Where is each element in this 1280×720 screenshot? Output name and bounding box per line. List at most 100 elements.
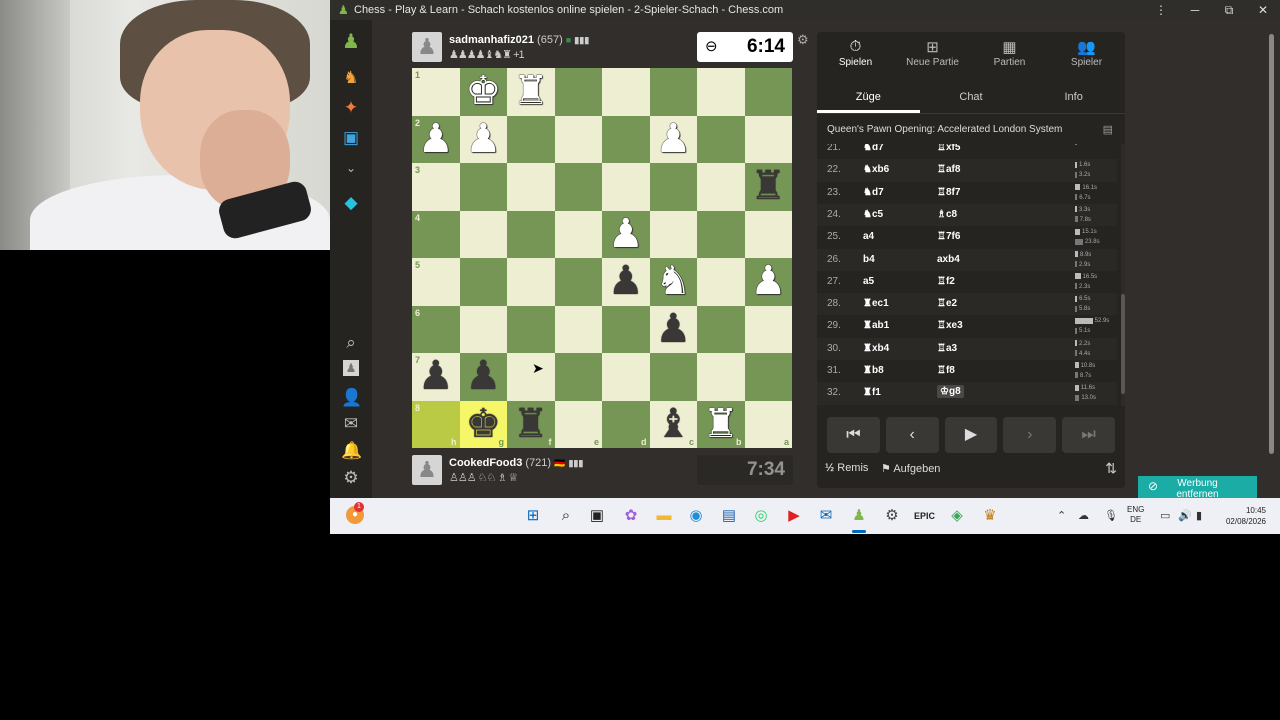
board-square[interactable] — [744, 68, 792, 116]
board-square[interactable]: ♟ — [602, 258, 650, 306]
white-move[interactable]: ♜xb4 — [863, 343, 889, 354]
close-button[interactable]: ✕ — [1246, 3, 1280, 17]
board-square[interactable]: 8h — [412, 400, 460, 448]
board-square[interactable] — [459, 258, 507, 306]
board-square[interactable] — [507, 353, 555, 401]
board-square[interactable] — [459, 210, 507, 258]
board-square[interactable] — [602, 115, 650, 163]
white-knight-piece[interactable]: ♞ — [655, 258, 691, 305]
board-square[interactable] — [554, 210, 602, 258]
black-move[interactable]: ♖xe3 — [937, 320, 963, 331]
black-rook-piece[interactable]: ♜ — [750, 163, 786, 210]
language-indicator[interactable]: ENG DE — [1127, 505, 1144, 525]
window-menu-button[interactable]: ⋮ — [1144, 3, 1178, 17]
system-clock[interactable]: 10:45 02/08/2026 — [1216, 505, 1266, 527]
board-square[interactable]: c ♝ — [649, 400, 697, 448]
black-move[interactable]: ♗c8 — [937, 209, 957, 220]
play-button[interactable]: ▶ — [944, 417, 998, 453]
bottom-player-avatar[interactable]: ♟ — [412, 455, 442, 485]
subtab-moves[interactable]: Züge — [817, 82, 920, 113]
board-square[interactable] — [459, 305, 507, 353]
white-pawn-piece[interactable]: ♟ — [655, 116, 691, 163]
chess-app-icon[interactable]: ♟ — [849, 506, 869, 526]
search-icon[interactable]: ⌕ — [341, 333, 361, 353]
board-square[interactable]: 4 — [412, 210, 460, 258]
network-icon[interactable]: ▭ — [1160, 509, 1170, 522]
white-pawn-piece[interactable]: ♟ — [608, 211, 644, 258]
resign-button[interactable]: ⚑ Aufgeben — [881, 462, 940, 475]
play-icon[interactable]: ♞ — [341, 68, 361, 88]
microphone-icon[interactable]: 🎙 — [1104, 509, 1118, 522]
board-square[interactable] — [697, 68, 745, 116]
minimize-button[interactable]: ─ — [1178, 3, 1212, 17]
board-square[interactable] — [649, 163, 697, 211]
board-square[interactable] — [554, 68, 602, 116]
settings-icon[interactable]: ⚙ — [882, 506, 902, 526]
flip-board-icon[interactable]: ⇅ — [1105, 460, 1117, 477]
board-square[interactable] — [697, 258, 745, 306]
remove-ads-button[interactable]: ⊘ Werbung entfernen — [1138, 476, 1257, 498]
maximize-button[interactable]: ⧉ — [1212, 3, 1246, 18]
black-move[interactable]: ♖xf5 — [937, 144, 960, 153]
board-square[interactable] — [744, 210, 792, 258]
white-move[interactable]: a4 — [863, 231, 874, 242]
board-square[interactable]: a — [744, 400, 792, 448]
board-square[interactable] — [602, 163, 650, 211]
book-icon[interactable]: ▤ — [1103, 123, 1113, 136]
subtab-info[interactable]: Info — [1022, 82, 1125, 113]
board-square[interactable] — [697, 353, 745, 401]
white-pawn-piece[interactable]: ♟ — [465, 116, 501, 163]
black-pawn-piece[interactable]: ♟ — [655, 306, 691, 353]
outlook-icon[interactable]: ✉ — [816, 506, 836, 526]
top-player-name[interactable]: sadmanhafiz021 — [449, 34, 534, 46]
youtube-icon[interactable]: ▶ — [784, 506, 804, 526]
black-move[interactable]: ♖f2 — [937, 276, 955, 287]
white-move[interactable]: ♜ec1 — [863, 298, 889, 309]
board-square[interactable]: d — [602, 400, 650, 448]
black-move[interactable]: ♖e2 — [937, 298, 957, 309]
whatsapp-icon[interactable]: ◎ — [751, 506, 771, 526]
board-square[interactable]: b ♜ — [697, 400, 745, 448]
edge-icon[interactable]: ◉ — [686, 506, 706, 526]
board-square[interactable] — [554, 353, 602, 401]
game-icon[interactable]: ♛ — [980, 506, 1000, 526]
draw-button[interactable]: ½ Remis — [825, 462, 868, 474]
board-square[interactable]: f ♜ — [507, 400, 555, 448]
first-move-button[interactable]: ⏮ — [827, 417, 880, 453]
black-king-piece[interactable]: ♚ — [465, 401, 501, 448]
copilot-icon[interactable]: ✿ — [621, 506, 641, 526]
board-square[interactable] — [744, 305, 792, 353]
search-icon[interactable]: ⌕ — [556, 506, 576, 526]
board-square[interactable]: e — [554, 400, 602, 448]
black-move[interactable]: ♖f8 — [937, 365, 955, 376]
white-move[interactable]: b4 — [863, 254, 875, 265]
next-move-button[interactable]: › — [1003, 417, 1057, 453]
board-square[interactable] — [459, 163, 507, 211]
board-square[interactable] — [554, 258, 602, 306]
board-square[interactable]: ♟ — [602, 210, 650, 258]
board-settings-icon[interactable]: ⚙ — [797, 32, 809, 48]
board-square[interactable] — [602, 353, 650, 401]
board-square[interactable] — [697, 210, 745, 258]
board-square[interactable] — [507, 210, 555, 258]
file-explorer-icon[interactable]: ▬ — [654, 506, 674, 526]
diamond-icon[interactable]: ◆ — [341, 193, 361, 213]
board-square[interactable]: 3 — [412, 163, 460, 211]
top-player-avatar[interactable]: ♟ — [412, 32, 442, 62]
white-king-piece[interactable]: ♚ — [465, 68, 501, 115]
move-list[interactable]: 21.♞d7♖xf53.0s22.♞xb6♖af81.6s3.2s23.♞d7♖… — [817, 144, 1117, 406]
black-pawn-piece[interactable]: ♟ — [465, 353, 501, 400]
chess-board[interactable]: 1 ♚ ♜ 2 ♟ ♟ ♟ 3 ♜ 4 ♟ 5 ♟ ♞ ♟ 6 ♟ 7 ♟ ♟ 8 h g ♚ f ♜ e d c ♝ b ♜ a — [412, 68, 792, 448]
white-pawn-piece[interactable]: ♟ — [418, 116, 454, 163]
board-square[interactable] — [507, 258, 555, 306]
volume-icon[interactable]: 🔊 — [1178, 509, 1192, 522]
battery-icon[interactable]: ▮ — [1196, 509, 1202, 522]
board-square[interactable] — [649, 353, 697, 401]
board-square[interactable]: g ♚ — [459, 400, 507, 448]
puzzles-icon[interactable]: ✦ — [341, 98, 361, 118]
board-square[interactable]: ♟ — [744, 258, 792, 306]
board-square[interactable]: 7 ♟ — [412, 353, 460, 401]
black-move[interactable]: ♖8f7 — [937, 187, 960, 198]
board-square[interactable] — [507, 115, 555, 163]
cloud-icon[interactable]: ☁ — [1078, 509, 1089, 522]
